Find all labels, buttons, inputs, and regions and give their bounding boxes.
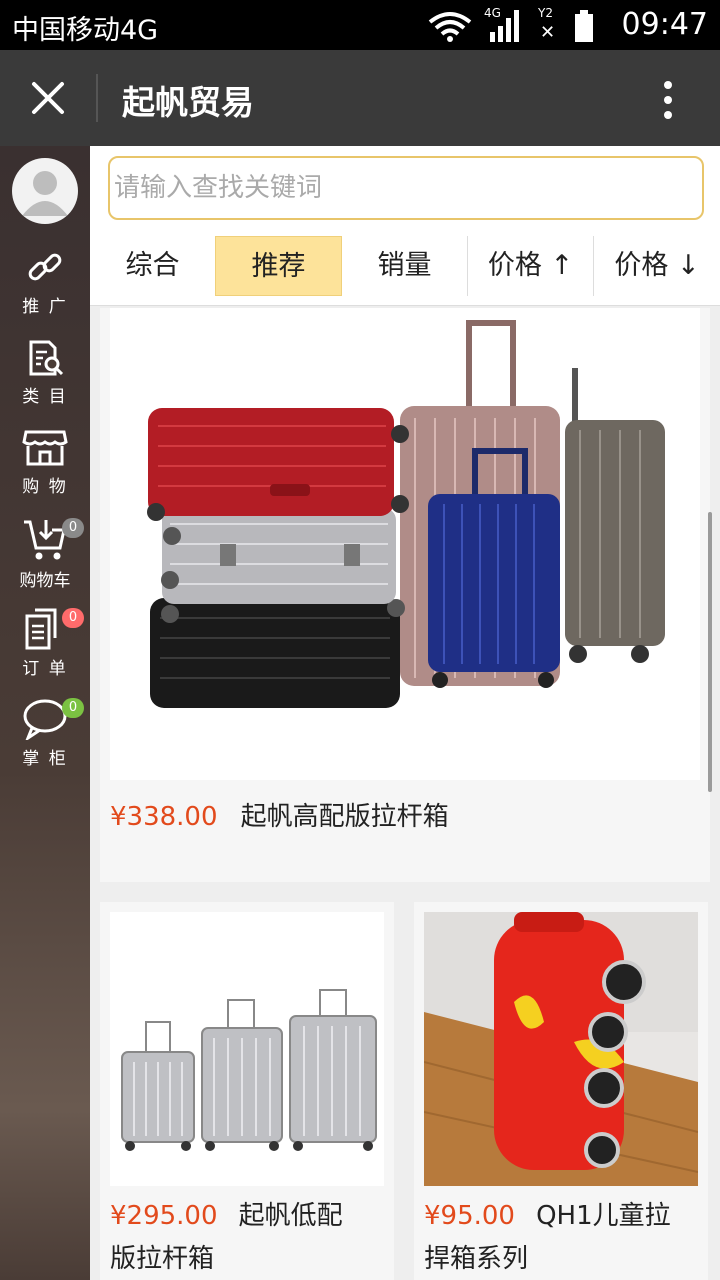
user-icon	[22, 171, 68, 216]
sidebar-item-promote[interactable]: 推 广	[0, 248, 90, 328]
scrollbar[interactable]	[708, 512, 712, 792]
sort-bar: 综合 推荐 销量 价格 ↑ 价格 ↓	[90, 230, 720, 306]
product-price: ¥295.00	[110, 1201, 218, 1231]
luggage-set-image	[147, 320, 665, 708]
product-image[interactable]	[110, 912, 384, 1186]
title-divider	[96, 74, 98, 122]
title-bar: 起帆贸易	[0, 50, 720, 146]
sidebar-item-shopkeeper[interactable]: 0 掌 柜	[0, 698, 90, 778]
status-bar: 中国移动4G 4G Y2 ✕ 09:47	[0, 0, 720, 50]
product-name-line1: QH1儿童拉	[536, 1201, 671, 1231]
link-icon	[28, 253, 62, 281]
cart-icon	[24, 520, 66, 560]
product-info: ¥95.00 QH1儿童拉 捍箱系列	[424, 1196, 698, 1280]
product-name-line2: 捍箱系列	[424, 1244, 529, 1274]
product-card[interactable]: ¥295.00 起帆低配 版拉杆箱	[100, 902, 394, 1280]
sidebar-item-label: 订 单	[22, 659, 68, 679]
sidebar-item-orders[interactable]: 0 订 单	[0, 608, 90, 688]
chat-badge: 0	[62, 698, 84, 718]
sidebar-item-label: 购物车	[19, 571, 71, 591]
sidebar-item-category[interactable]: 类 目	[0, 338, 90, 418]
tab-sales[interactable]: 销量	[342, 236, 467, 296]
chat-icon	[23, 699, 67, 740]
product-price: ¥95.00	[424, 1201, 515, 1231]
product-name: 起帆高配版拉杆箱	[240, 802, 449, 832]
signal-1-icon: 4G	[484, 6, 524, 42]
sidebar-item-shop[interactable]: 购 物	[0, 428, 90, 508]
sidebar-item-label: 推 广	[22, 297, 68, 317]
kids-luggage-image	[424, 912, 698, 1186]
main-content: 综合 推荐 销量 价格 ↑ 价格 ↓	[90, 146, 720, 1280]
sidebar-item-label: 购 物	[22, 477, 68, 497]
sidebar: 推 广 类 目 购 物 0 购物车 0 订 单 0 掌 柜	[0, 146, 90, 1280]
tab-comprehensive[interactable]: 综合	[90, 236, 215, 296]
tab-price-asc[interactable]: 价格 ↑	[468, 236, 593, 296]
product-card[interactable]: ¥95.00 QH1儿童拉 捍箱系列	[414, 902, 708, 1280]
product-info: ¥295.00 起帆低配 版拉杆箱	[110, 1196, 384, 1280]
page-title: 起帆贸易	[122, 83, 254, 122]
product-name-line1: 起帆低配	[238, 1201, 343, 1231]
product-name-line2: 版拉杆箱	[110, 1244, 215, 1274]
avatar[interactable]	[12, 158, 78, 224]
product-image[interactable]	[110, 308, 700, 780]
tab-recommended[interactable]: 推荐	[215, 236, 342, 296]
status-icons: 4G Y2 ✕	[428, 6, 594, 43]
order-icon	[25, 608, 57, 650]
carrier-label: 中国移动4G	[12, 15, 159, 46]
product-price: ¥338.00	[110, 802, 218, 832]
wifi-icon	[428, 12, 472, 42]
sidebar-item-cart[interactable]: 0 购物车	[0, 518, 90, 598]
sidebar-item-label: 掌 柜	[22, 749, 68, 769]
product-image[interactable]	[424, 912, 698, 1186]
product-card[interactable]: ¥338.00 起帆高配版拉杆箱	[100, 308, 710, 882]
silver-luggage-image	[121, 989, 377, 1151]
product-info: ¥338.00 起帆高配版拉杆箱	[110, 796, 700, 833]
clock: 09:47	[621, 7, 708, 42]
more-menu-icon[interactable]	[660, 80, 676, 120]
search-box	[108, 156, 704, 220]
search-bar	[90, 146, 720, 230]
shop-icon	[22, 430, 68, 466]
search-input[interactable]	[110, 158, 702, 218]
sidebar-item-label: 类 目	[22, 387, 68, 407]
signal-2-icon: Y2 ✕	[538, 6, 556, 43]
orders-badge: 0	[62, 608, 84, 628]
category-search-icon	[29, 340, 64, 376]
tab-price-desc[interactable]: 价格 ↓	[594, 236, 720, 296]
battery-icon	[575, 10, 593, 42]
cart-badge: 0	[62, 518, 84, 538]
close-icon[interactable]	[28, 78, 68, 118]
